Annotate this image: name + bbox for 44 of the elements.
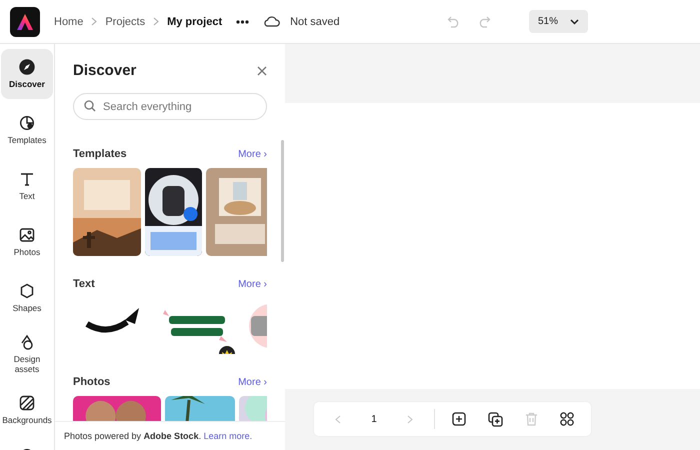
section-title: Photos (73, 376, 110, 388)
add-page-icon (452, 412, 466, 426)
more-icon[interactable] (236, 20, 250, 24)
shapes-icon (19, 334, 35, 350)
panel-title: Discover (73, 62, 136, 79)
zoom-dropdown[interactable]: 51% (528, 10, 588, 33)
rail-tab[interactable]: Shapes (1, 273, 53, 323)
chevron-icon (91, 17, 98, 26)
more-link[interactable]: More › (238, 376, 267, 388)
close-icon[interactable] (257, 66, 267, 76)
save-status: Not saved (290, 16, 340, 28)
chevron-icon (407, 414, 413, 424)
breadcrumb[interactable]: Home (54, 16, 84, 28)
page-number: 1 (370, 414, 378, 424)
pattern-icon (19, 395, 35, 411)
section-title: Text (73, 278, 95, 290)
more-link[interactable]: More › (238, 278, 267, 290)
search-field[interactable]: Search everything (73, 93, 267, 120)
compass-icon (19, 59, 35, 75)
duplicate-icon (488, 412, 502, 426)
cloud-icon (263, 16, 280, 27)
search-icon (84, 100, 96, 112)
rail-tab[interactable]: Discover (1, 49, 53, 99)
image-icon (19, 227, 35, 243)
more-link[interactable]: More › (238, 148, 267, 160)
chevron-icon (335, 414, 341, 424)
chevron-icon (153, 17, 160, 26)
chevron-icon (570, 18, 579, 24)
rail-tab[interactable]: Text (1, 161, 53, 211)
hexagon-icon (19, 283, 35, 299)
text-icon (19, 171, 35, 187)
rail-tab[interactable]: Design assets (1, 329, 53, 379)
rail-tab[interactable]: Photos (1, 217, 53, 267)
stock-credit: Photos powered by Adobe Stock. Learn more. (64, 431, 252, 441)
rail-tab[interactable]: Backgrounds (1, 385, 53, 435)
section-title: Templates (73, 148, 127, 160)
rail-tab[interactable]: Templates (1, 105, 53, 155)
learn-more-link[interactable]: Learn more. (204, 431, 252, 441)
breadcrumb[interactable]: My project (167, 16, 222, 28)
templates-icon (19, 115, 35, 131)
grid-icon (560, 412, 574, 426)
breadcrumb[interactable]: Projects (105, 16, 146, 28)
app-logo[interactable] (10, 6, 40, 36)
trash-icon (524, 412, 538, 426)
